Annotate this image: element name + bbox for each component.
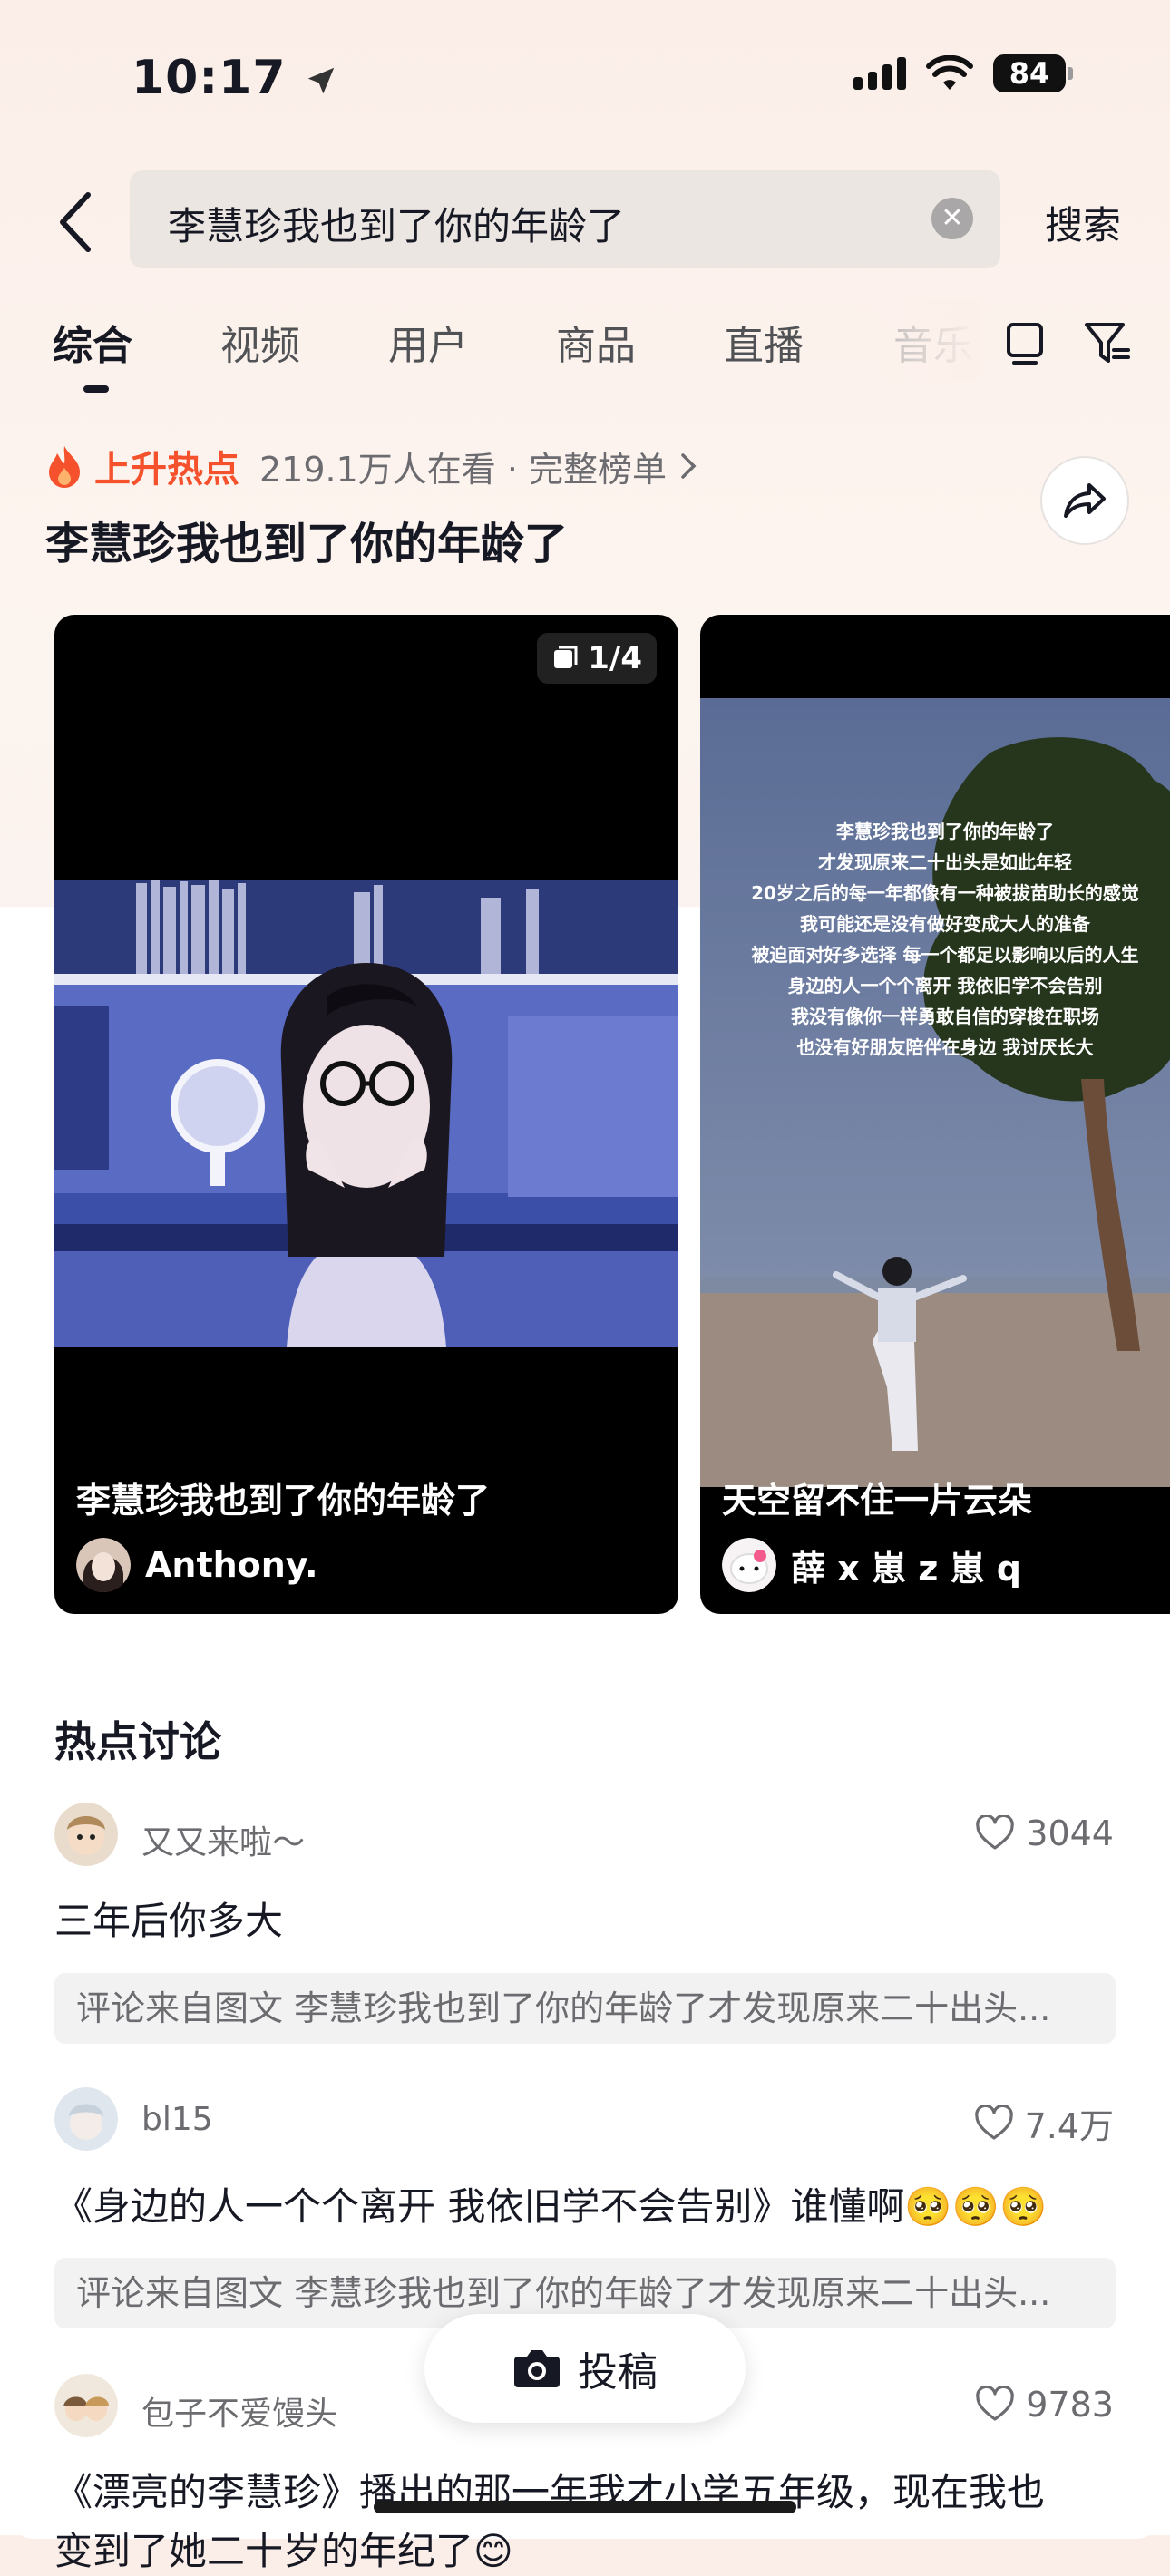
comment-text[interactable]: 《身边的人一个个离开 我依旧学不会告别》谁懂啊🥺🥺🥺 xyxy=(54,2176,1047,2231)
overlay-line: 我没有像你一样勇敢自信的穿梭在职场 xyxy=(791,1006,1099,1027)
overlay-line: 李慧珍我也到了你的年龄了 xyxy=(836,821,1054,842)
commenter-name[interactable]: bl15 xyxy=(141,2101,213,2138)
heart-icon xyxy=(976,1815,1015,1850)
status-time-text: 10:17 xyxy=(132,51,287,105)
hot-topic-row[interactable]: 上升热点 219.1万人在看 · 完整榜单 xyxy=(45,440,701,492)
gallery-icon xyxy=(554,646,578,668)
author-name: 薛 x 崽 z 崽 q xyxy=(791,1548,1021,1589)
cellular-signal-icon xyxy=(853,57,906,90)
chevron-right-icon xyxy=(681,453,697,479)
author-avatar xyxy=(76,1538,131,1592)
heart-icon xyxy=(974,2105,1013,2140)
like-button[interactable]: 9783 xyxy=(975,2385,1114,2425)
commenter-name[interactable]: 包子不爱馒头 xyxy=(141,2387,337,2435)
tab-products[interactable]: 商品 xyxy=(556,313,636,371)
author-avatar xyxy=(722,1538,776,1592)
status-time: 10:17 xyxy=(132,51,338,105)
active-tab-indicator xyxy=(83,385,109,393)
overlay-line: 才发现原来二十出头是如此年轻 xyxy=(818,851,1072,873)
like-count: 9783 xyxy=(1026,2385,1114,2425)
tab-users[interactable]: 用户 xyxy=(388,313,468,371)
commenter-avatar[interactable] xyxy=(54,2374,118,2437)
location-arrow-icon xyxy=(307,67,334,94)
result-card-2[interactable]: 李慧珍我也到了你的年龄了 才发现原来二十出头是如此年轻 20岁之后的每一年都像有… xyxy=(700,615,1170,1614)
back-arrow-icon[interactable] xyxy=(50,186,104,258)
overlay-line: 我可能还是没有做好变成大人的准备 xyxy=(800,913,1090,935)
image-count-badge: 1/4 xyxy=(537,633,657,684)
result-card-1[interactable]: 1/4 李慧珍我也到了你的年龄了 Anthony. xyxy=(54,615,678,1614)
camera-icon xyxy=(514,2350,560,2387)
wifi-icon xyxy=(926,55,973,90)
tabs-fade xyxy=(871,299,980,381)
heart-icon xyxy=(976,2386,1015,2421)
hot-topic-title: 李慧珍我也到了你的年龄了 xyxy=(45,519,569,569)
hot-label: 上升热点 xyxy=(94,449,239,491)
home-indicator xyxy=(374,2501,796,2513)
overlay-line: 身边的人一个个离开 我依旧学不会告别 xyxy=(787,975,1103,996)
filter-icon[interactable] xyxy=(1081,314,1132,368)
like-count: 7.4万 xyxy=(1024,2106,1114,2146)
flame-icon xyxy=(49,446,80,488)
status-indicators: 84 xyxy=(853,54,1073,92)
battery-level: 84 xyxy=(1009,56,1050,91)
clear-search-icon[interactable]: ✕ xyxy=(931,198,973,239)
share-icon xyxy=(1064,483,1106,518)
card-caption: 天空留不住一片云朵 xyxy=(722,1481,1033,1521)
battery-icon: 84 xyxy=(993,54,1073,92)
overlay-line: 20岁之后的每一年都像有一种被拔苗助长的感觉 xyxy=(751,882,1139,904)
search-input[interactable]: 李慧珍我也到了你的年龄了 ✕ xyxy=(130,170,1000,268)
search-button[interactable]: 搜索 xyxy=(1045,195,1121,250)
commenter-avatar[interactable] xyxy=(54,2087,118,2151)
overlay-line: 也没有好朋友陪伴在身边 我讨厌长大 xyxy=(796,1036,1094,1058)
post-button[interactable]: 投稿 xyxy=(424,2314,746,2423)
like-button[interactable]: 3044 xyxy=(975,1813,1114,1853)
share-button[interactable] xyxy=(1040,456,1129,545)
badge-text: 1/4 xyxy=(588,640,642,676)
commenter-avatar[interactable] xyxy=(54,1803,118,1866)
card-author[interactable]: Anthony. xyxy=(76,1538,318,1592)
tab-all[interactable]: 综合 xyxy=(53,313,132,371)
comment-source[interactable]: 评论来自图文 李慧珍我也到了你的年龄了才发现原来二十出头... xyxy=(54,1973,1116,2044)
card-caption: 李慧珍我也到了你的年龄了 xyxy=(76,1481,491,1521)
post-button-label: 投稿 xyxy=(578,2349,658,2396)
comment-text-line-2[interactable]: 变到了她二十岁的年纪了😊 xyxy=(54,2521,513,2576)
search-query: 李慧珍我也到了你的年龄了 xyxy=(168,204,626,248)
discussion-title: 热点讨论 xyxy=(54,1717,221,1766)
card-author[interactable]: 薛 x 崽 z 崽 q xyxy=(722,1538,1021,1592)
card-1-photo xyxy=(54,880,678,1347)
like-count: 3044 xyxy=(1026,1813,1114,1853)
tab-live[interactable]: 直播 xyxy=(724,313,804,371)
overlay-line: 被迫面对好多选择 每一个都足以影响以后的人生 xyxy=(751,944,1139,966)
card-2-overlay-text: 李慧珍我也到了你的年龄了 才发现原来二十出头是如此年轻 20岁之后的每一年都像有… xyxy=(700,816,1170,1063)
commenter-name[interactable]: 又又来啦～ xyxy=(141,1816,305,1863)
author-name: Anthony. xyxy=(145,1545,318,1585)
hot-meta: 219.1万人在看 · 完整榜单 xyxy=(259,449,668,490)
layout-toggle-icon[interactable] xyxy=(999,314,1050,368)
tab-video[interactable]: 视频 xyxy=(220,313,300,371)
comment-text[interactable]: 三年后你多大 xyxy=(54,1891,283,1946)
like-button[interactable]: 7.4万 xyxy=(974,2098,1114,2148)
